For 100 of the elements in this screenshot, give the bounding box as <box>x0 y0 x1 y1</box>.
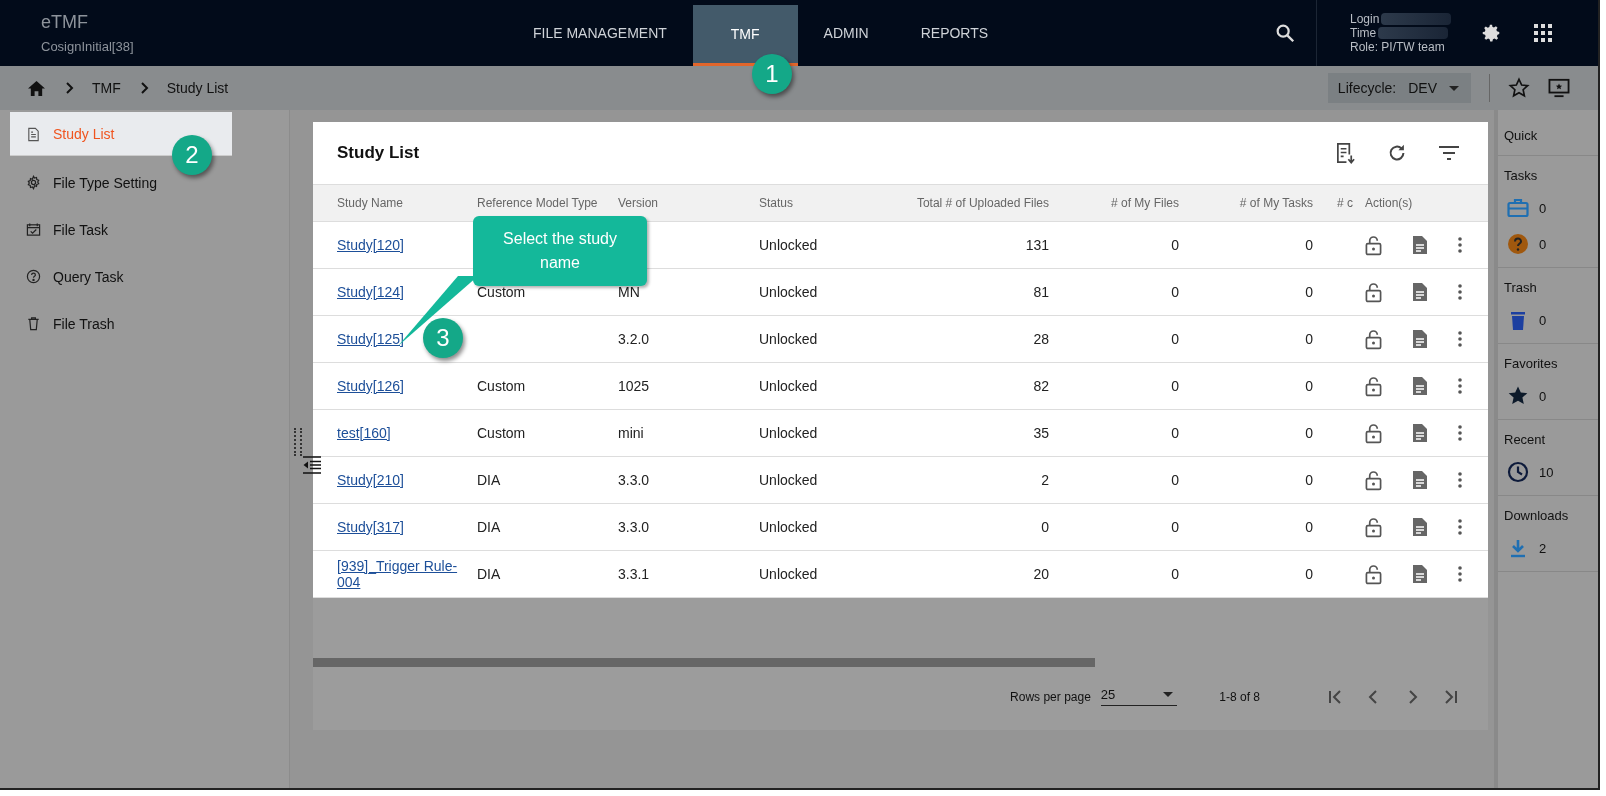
table-cell-text: Unlocked <box>759 237 819 253</box>
recent-icon[interactable] <box>1507 461 1529 483</box>
table-cell-text: Custom <box>477 425 527 441</box>
caret-icon <box>1449 85 1459 91</box>
filter-icon[interactable] <box>1438 145 1460 161</box>
unlock-icon[interactable] <box>1365 516 1382 538</box>
more-icon[interactable] <box>1458 425 1462 441</box>
quick-panel-title: Quick <box>1498 110 1598 156</box>
app-name: eTMF <box>41 12 89 33</box>
table-cell-text: Unlocked <box>759 425 819 441</box>
document-icon[interactable] <box>1412 470 1428 490</box>
rows-per-page-select[interactable]: 25 <box>1100 687 1178 706</box>
unlock-icon[interactable] <box>1365 234 1382 256</box>
settings-icon[interactable] <box>1480 22 1502 44</box>
trash-icon <box>26 316 41 331</box>
quick-section-title: Tasks <box>1504 168 1539 183</box>
table-cell-text: 0 <box>1170 566 1179 582</box>
blurred-value <box>1378 27 1449 39</box>
column-header: Status <box>759 196 795 210</box>
table-cell-text: 81 <box>1032 284 1049 300</box>
table-cell-text: 3.3.0 <box>618 519 651 535</box>
column-header: Version <box>618 196 660 210</box>
screen-icon[interactable] <box>1548 78 1570 98</box>
calendar-icon <box>26 222 41 237</box>
export-icon[interactable] <box>1335 141 1356 165</box>
rows-per-page-label: Rows per page <box>1010 689 1091 704</box>
home-icon[interactable] <box>27 79 46 97</box>
chevron-icon <box>140 82 149 94</box>
study-link[interactable]: Study[124] <box>337 284 404 300</box>
nav-tab[interactable]: REPORTS <box>894 0 1015 66</box>
table-cell-text: 82 <box>1032 378 1049 394</box>
sidebar-item[interactable]: File Trash <box>0 300 289 347</box>
page-range: 1-8 of 8 <box>1219 689 1260 704</box>
search-icon[interactable] <box>1274 22 1296 44</box>
count: 0 <box>1539 388 1547 404</box>
table-cell-text: DIA <box>477 472 502 488</box>
count: 0 <box>1539 312 1547 328</box>
more-icon[interactable] <box>1458 519 1462 535</box>
study-link[interactable]: Study[317] <box>337 519 404 535</box>
app-subtitle: CosignInitial[38] <box>41 39 135 54</box>
time-label: Time <box>1350 26 1377 40</box>
study-link[interactable]: Study[125] <box>337 331 404 347</box>
study-link[interactable]: Study[126] <box>337 378 404 394</box>
study-link[interactable]: Study[210] <box>337 472 404 488</box>
more-icon[interactable] <box>1458 378 1462 394</box>
breadcrumb-item[interactable]: TMF <box>92 80 121 96</box>
more-icon[interactable] <box>1458 284 1462 300</box>
first-page-icon[interactable] <box>1328 688 1344 705</box>
document-icon[interactable] <box>1412 235 1428 255</box>
unlock-icon[interactable] <box>1365 422 1382 444</box>
table-cell-text: 0 <box>1304 472 1313 488</box>
table-cell-text: 3.3.0 <box>618 472 651 488</box>
table-cell-text: 3.2.0 <box>618 331 651 347</box>
login-label: Login <box>1350 12 1380 26</box>
query-icon[interactable] <box>1507 233 1529 255</box>
quick-section-title: Trash <box>1504 280 1538 295</box>
document-icon[interactable] <box>1412 564 1428 584</box>
last-page-icon[interactable] <box>1442 688 1458 705</box>
count: 2 <box>1539 540 1547 556</box>
star-icon[interactable] <box>1507 385 1529 407</box>
lifecycle-dropdown[interactable]: Lifecycle: DEV <box>1327 73 1471 103</box>
nav-tab[interactable]: TMF <box>692 5 798 66</box>
nav-tab[interactable]: FILE MANAGEMENT <box>507 0 693 66</box>
study-link[interactable]: [939]_Trigger Rule-004 <box>337 558 473 590</box>
unlock-icon[interactable] <box>1365 563 1382 585</box>
document-icon[interactable] <box>1412 423 1428 443</box>
count: 0 <box>1539 236 1547 252</box>
document-icon[interactable] <box>1412 282 1428 302</box>
table-cell-text: 0 <box>1304 284 1313 300</box>
table-cell-text: 0 <box>1170 237 1179 253</box>
star-icon[interactable] <box>1508 77 1530 99</box>
table-cell-text: MN <box>618 284 641 300</box>
apps-grid-icon[interactable] <box>1534 24 1552 42</box>
table-cell-text: 0 <box>1170 519 1179 535</box>
document-icon[interactable] <box>1412 376 1428 396</box>
collapse-icon[interactable] <box>302 456 322 474</box>
unlock-icon[interactable] <box>1365 328 1382 350</box>
more-icon[interactable] <box>1458 566 1462 582</box>
table-cell-text: Unlocked <box>759 378 819 394</box>
unlock-icon[interactable] <box>1365 281 1382 303</box>
column-header: # of My Files <box>1110 196 1179 210</box>
study-link[interactable]: test[160] <box>337 425 391 441</box>
document-icon[interactable] <box>1412 517 1428 537</box>
resize-handle[interactable] <box>294 428 302 456</box>
sidebar-item[interactable]: File Task <box>0 206 289 253</box>
table-cell-text: 0 <box>1304 425 1313 441</box>
chevron-icon <box>66 82 74 94</box>
table-cell-text: Unlocked <box>759 472 819 488</box>
scrollbar[interactable] <box>313 658 1095 667</box>
unlock-icon[interactable] <box>1365 469 1382 491</box>
sidebar-item[interactable]: Query Task <box>0 253 289 300</box>
unlock-icon[interactable] <box>1365 375 1382 397</box>
document-icon <box>26 126 41 142</box>
study-link[interactable]: Study[120] <box>337 237 404 253</box>
nav-tab[interactable]: ADMIN <box>797 0 895 66</box>
table-cell-text: 0 <box>1304 519 1313 535</box>
document-icon[interactable] <box>1412 329 1428 349</box>
more-icon[interactable] <box>1458 237 1462 253</box>
more-icon[interactable] <box>1458 331 1462 347</box>
more-icon[interactable] <box>1458 472 1462 488</box>
